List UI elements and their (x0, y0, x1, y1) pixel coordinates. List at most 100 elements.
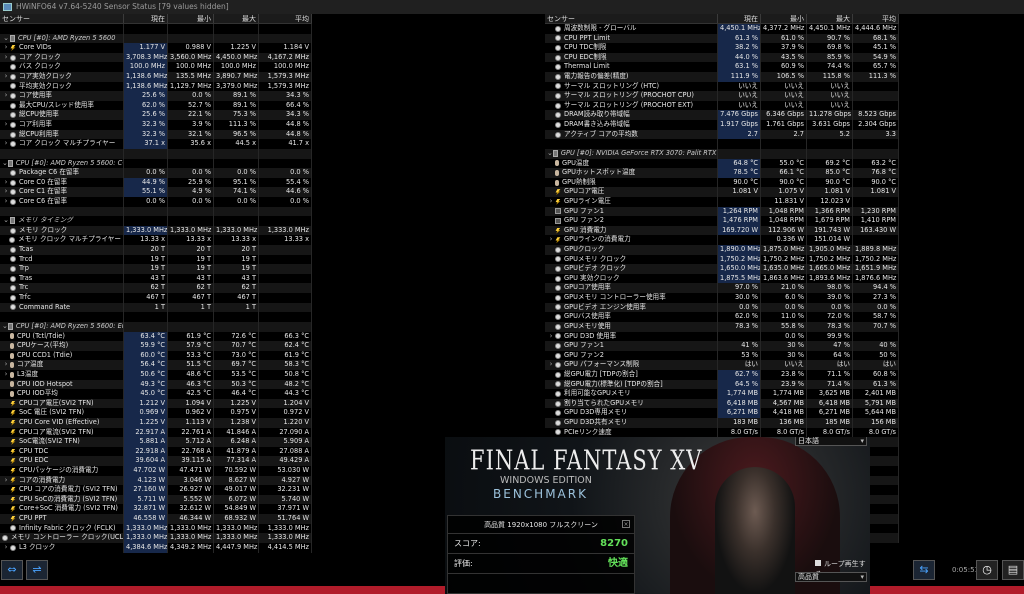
sensor-row[interactable]: › L3温度 50.6 °C 48.6 °C 53.5 °C 50.8 °C (0, 369, 312, 380)
network-icon[interactable]: ⇆ (913, 560, 935, 580)
sensor-row[interactable]: GPU ファン2 1,476 RPM 1,048 RPM 1,679 RPM 1,410… (545, 216, 899, 226)
sensor-row[interactable]: Trcd 19 T 19 T 19 T (0, 254, 312, 265)
col-max[interactable]: 最大 (214, 14, 259, 23)
sensor-row[interactable]: GPUコア使用率 97.0 % 21.0 % 98.0 % 94.4 % (545, 283, 899, 294)
chevron-right-icon[interactable]: › (2, 120, 10, 130)
sensor-row[interactable]: GPUメモリ クロック 1,750.2 MHz 1,750.2 MHz 1,750.2… (545, 254, 899, 265)
sensor-row[interactable]: › Core C0 在留率 44.9 % 25.9 % 95.1 % 55.4 % (0, 177, 312, 188)
sensor-group-header[interactable]: ⌄CPU [#0]: AMD Ryzen 5 5600: C-State 在留率 (0, 158, 312, 169)
col-avg[interactable]: 平均 (853, 14, 899, 23)
sensor-pane-left[interactable]: センサー 現在 最小 最大 平均 ⌄ CPU [#0]: AMD Ryzen 5 … (0, 14, 312, 558)
chevron-right-icon[interactable]: › (2, 43, 10, 53)
sensor-row[interactable]: メモリ クロック 1,333.0 MHz 1,333.0 MHz 1,333.0 MH… (0, 225, 312, 236)
chevron-down-icon[interactable]: ⌄ (2, 34, 10, 44)
sensor-row[interactable]: GPUビデオ エンジン使用率 0.0 % 0.0 % 0.0 % 0.0 % (545, 302, 899, 313)
expand-button[interactable]: ⇔ (1, 560, 23, 580)
chevron-right-icon[interactable]: › (2, 178, 10, 188)
sensor-row[interactable]: GPU ファン1 41 % 30 % 47 % 40 % (545, 341, 899, 351)
sensor-row[interactable]: › コア利用率 32.3 % 3.9 % 111.3 % 44.8 % (0, 120, 312, 130)
sensor-row[interactable]: CPU TDC 22.918 A 22.768 A 41.879 A 27.088 A (0, 446, 312, 457)
sensor-row[interactable]: 総CPU使用率 25.6 % 22.1 % 75.3 % 34.3 % (0, 110, 312, 121)
sensor-row[interactable]: › Core C6 在留率 0.0 % 0.0 % 0.0 % 0.0 % (0, 196, 312, 207)
sensor-row[interactable]: Thermal Limit 63.1 % 60.9 % 74.4 % 65.7 % (545, 62, 899, 73)
sensor-row[interactable]: Command Rate 1 T1 T1 T (0, 302, 312, 313)
sensor-row[interactable]: Core+SoC 消費電力 (SVI2 TFN) 32.871 W 32.612 W… (0, 504, 312, 515)
sensor-row[interactable]: Trfc 467 T 467 T 467 T (0, 293, 312, 303)
sensor-row[interactable]: GPUホットスポット温度 78.5 °C 66.1 °C 85.0 °C 76.8 °C (545, 168, 899, 178)
sensor-row[interactable]: GPU熱制限 90.0 °C 90.0 °C 90.0 °C 90.0 °C (545, 177, 899, 188)
sensor-row[interactable]: SoC 電圧 (SVI2 TFN) 0.969 V 0.962 V 0.975 V 0.… (0, 408, 312, 418)
sensor-row[interactable]: CPU CCD1 (Tdie) 60.0 °C 53.3 °C 73.0 °C 61.9… (0, 350, 312, 361)
sensor-row[interactable]: アクティブ コアの平均数 2.7 2.7 5.2 3.3 (545, 129, 899, 140)
sensor-row[interactable]: CPU Core VID (Effective) 1.225 V 1.113 V 1.… (0, 417, 312, 428)
chevron-right-icon[interactable]: › (2, 476, 10, 486)
chevron-right-icon[interactable]: › (547, 332, 555, 342)
sensor-row[interactable]: CPU IOD平均 45.0 °C 42.5 °C 46.4 °C 44.3 °C (0, 389, 312, 399)
sensor-row[interactable]: GPU 消費電力 169.720 W 112.906 W 191.743 W 163.4… (545, 225, 899, 236)
chevron-right-icon[interactable]: › (547, 235, 555, 245)
sensor-row[interactable]: › GPUライン電圧 11.831 V 12.023 V (545, 196, 899, 207)
sensor-row[interactable]: Trc 62 T 62 T 62 T (0, 283, 312, 294)
sensor-row[interactable]: CPU PPT Limit 61.3 % 61.0 % 90.7 % 68.1 % (545, 33, 899, 44)
chevron-down-icon[interactable]: ⌄ (2, 216, 10, 226)
sensor-row[interactable]: GPU ファン2 53 % 30 % 64 % 50 % (545, 350, 899, 361)
chevron-right-icon[interactable]: › (2, 91, 10, 101)
col-min[interactable]: 最小 (761, 14, 807, 23)
sensor-row[interactable]: 割り当てられたGPUメモリ 6,418 MB 4,567 MB 6,418 MB 5,7… (545, 398, 899, 409)
col-max[interactable]: 最大 (807, 14, 853, 23)
sensor-row[interactable]: › コア クロック 3,708.3 MHz 3,560.0 MHz 4,450.0 MH… (0, 52, 312, 63)
sensor-row[interactable]: バス クロック 100.0 MHz 100.0 MHz 100.0 MHz 100.0 … (0, 62, 312, 73)
col-avg[interactable]: 平均 (259, 14, 312, 23)
chevron-right-icon[interactable]: › (2, 53, 10, 63)
sensor-row[interactable]: › コア温度 56.4 °C 51.5 °C 69.7 °C 58.3 °C (0, 360, 312, 370)
sensor-row[interactable]: › Core C1 在留率 55.1 % 4.9 % 74.1 % 44.6 % (0, 187, 312, 197)
sensor-row[interactable]: Tras 43 T 43 T 43 T (0, 273, 312, 284)
sensor-row[interactable]: 総GPU電力(標準化) [TDPの割合] 64.5 % 23.9 % 71.4 % 61… (545, 379, 899, 390)
sensor-row[interactable]: GPUメモリ コントローラー使用率 30.0 % 6.0 % 39.0 % 27.3 % (545, 293, 899, 303)
chevron-right-icon[interactable]: › (547, 360, 555, 370)
sensor-row[interactable]: GPUコア電圧 1.081 V 1.075 V 1.081 V 1.081 V (545, 187, 899, 197)
sensor-group-header[interactable]: ⌄ CPU [#0]: AMD Ryzen 5 5600 (0, 33, 312, 44)
sensor-row[interactable]: SoC電流(SVI2 TFN) 5.881 A 5.712 A 6.248 A 5.90… (0, 437, 312, 447)
chevron-right-icon[interactable]: › (547, 197, 555, 207)
sensor-row[interactable]: GPUビデオ クロック 1,650.0 MHz 1,635.0 MHz 1,665.0… (545, 264, 899, 274)
sensor-row[interactable]: GPUクロック 1,890.0 MHz 1,875.0 MHz 1,905.0 MHz… (545, 245, 899, 255)
sensor-row[interactable]: サーマル スロットリング (HTC) いいえ いいえ いいえ (545, 81, 899, 92)
sensor-row[interactable]: › L3 クロック 4,384.6 MHz 4,349.2 MHz 4,447.9 MH… (0, 542, 312, 553)
sensor-row[interactable]: › Core VIDs 1.177 V 0.988 V 1.225 V 1.184 V (0, 43, 312, 53)
sensor-row[interactable]: GPU D3D共有メモリ 183 MB 136 MB 185 MB 156 MB (545, 417, 899, 428)
chevron-right-icon[interactable]: › (2, 139, 10, 149)
sensor-row[interactable]: 電力報告の偏差(精度) 111.9 % 106.5 % 115.8 % 111.3 % (545, 72, 899, 82)
sensor-row[interactable]: メモリ クロック マルチプライヤー 13.33 x 13.33 x 13.33 x 13… (0, 235, 312, 246)
sensor-row[interactable]: 総CPU利用率 32.3 % 32.1 % 96.5 % 44.8 % (0, 129, 312, 140)
sensor-row[interactable]: GPUメモリ使用 78.3 % 55.8 % 78.3 % 70.7 % (545, 321, 899, 332)
sensor-group-header[interactable]: ⌄ メモリ タイミング (0, 216, 312, 226)
sensor-row[interactable]: DRAM読み取り帯域幅 7.476 Gbps 6.346 Gbps 11.278 Gb… (545, 110, 899, 121)
sensor-row[interactable]: CPU PPT 46.558 W 46.344 W 68.932 W 51.764 W (0, 514, 312, 524)
sensor-row[interactable]: CPUコア電流(SVI2 TFN) 22.917 A 22.761 A 41.846 … (0, 427, 312, 438)
sensor-row[interactable]: Tcas 20 T 20 T 20 T (0, 245, 312, 255)
sensor-row[interactable]: CPU (Tctl/Tdie) 63.4 °C 61.9 °C 72.6 °C 66.3… (0, 331, 312, 342)
sensor-row[interactable]: DRAM書き込み帯域幅 1.917 Gbps 1.761 Gbps 3.631 Gbp… (545, 120, 899, 130)
chevron-right-icon[interactable]: › (2, 197, 10, 207)
sensor-row[interactable]: CPU TDC制限 38.2 % 37.9 % 69.8 % 45.1 % (545, 43, 899, 53)
collapse-button[interactable]: ⇌ (26, 560, 48, 580)
chevron-right-icon[interactable]: › (2, 72, 10, 82)
sensor-row[interactable]: CPU SoCの消費電力 (SVI2 TFN) 5.711 W 5.552 W 6.0… (0, 494, 312, 505)
sensor-row[interactable]: CPU EDC 39.604 A 39.115 A 77.314 A 49.429 A (0, 456, 312, 467)
col-sensor[interactable]: センサー (545, 14, 718, 23)
close-icon[interactable]: × (622, 520, 630, 528)
sensor-row[interactable]: 最大CPU/スレッド使用率 62.0 % 52.7 % 89.1 % 66.4 % (0, 100, 312, 111)
sensor-group-header[interactable]: ⌄ GPU [#0]: NVIDIA GeForce RTX 3070: Pali… (545, 148, 899, 159)
chevron-right-icon[interactable]: › (2, 370, 10, 380)
language-select[interactable]: 日本語 (795, 437, 867, 446)
sensor-row[interactable]: GPU D3D専用メモリ 6,271 MB 4,418 MB 6,271 MB 5,64… (545, 408, 899, 418)
sensor-row[interactable]: CPUパッケージの消費電力 47.702 W 47.471 W 70.592 W 53.… (0, 466, 312, 476)
sensor-row[interactable]: PCIeリンク速度 8.0 GT/s 8.0 GT/s 8.0 GT/s 8.0 GT/… (545, 427, 899, 438)
sensor-row[interactable]: › GPU パフォーマンス制限 はい いいえ はい はい (545, 360, 899, 370)
sensor-row[interactable]: GPU 実効クロック 1,875.5 MHz 1,863.6 MHz 1,893.6 … (545, 273, 899, 284)
col-sensor[interactable]: センサー (0, 14, 124, 23)
sensor-row[interactable]: Trp 19 T 19 T 19 T (0, 264, 312, 274)
sensor-row[interactable]: 周波数制限 - グローバル 4,450.1 MHz 4,377.2 MHz 4,450… (545, 24, 899, 34)
col-current[interactable]: 現在 (718, 14, 761, 23)
